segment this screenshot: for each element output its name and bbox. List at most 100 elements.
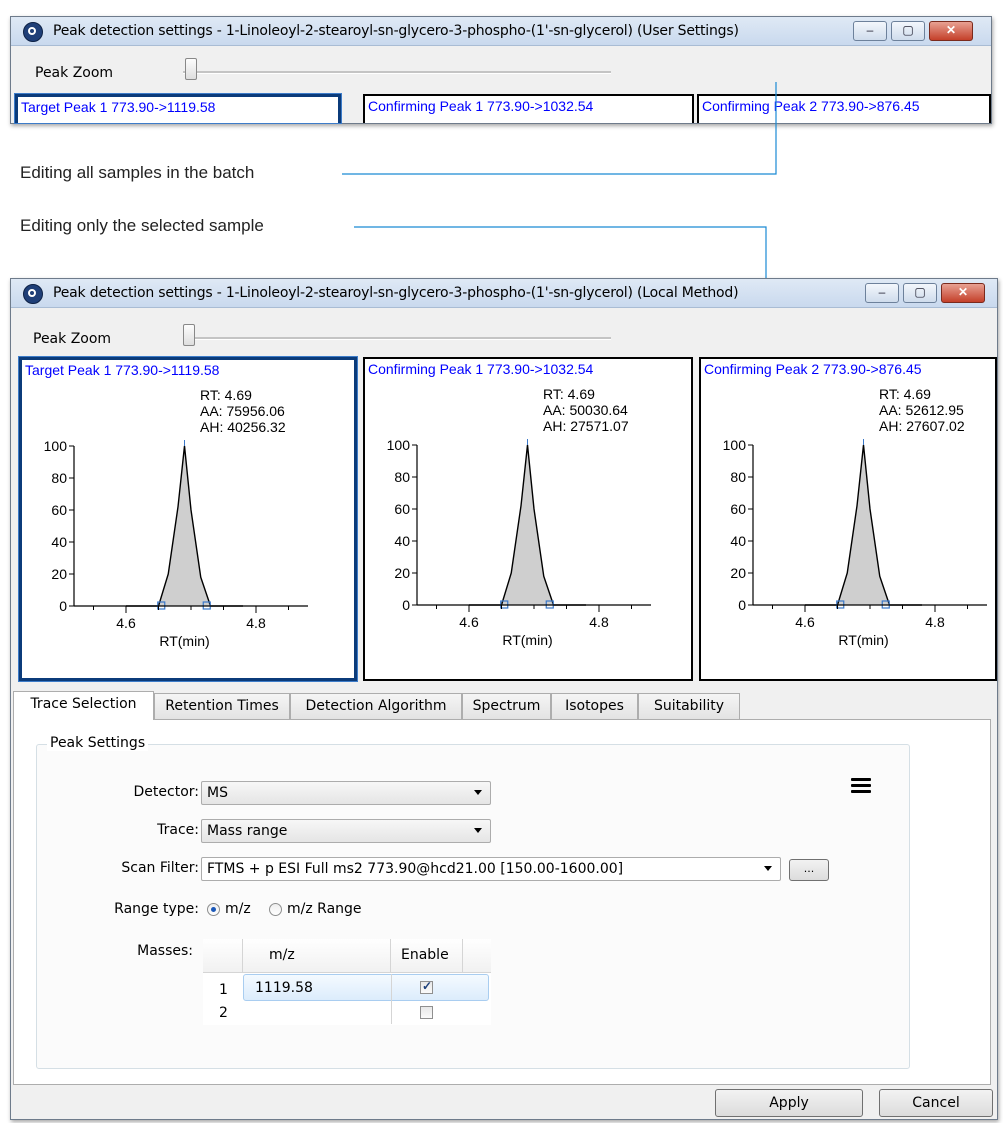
peak-settings-group: Peak Settings Detector: MS Trace: Mass r… xyxy=(36,735,910,1069)
peak-area xyxy=(805,445,922,605)
x-tick-label: 4.8 xyxy=(925,614,945,630)
maximize-button[interactable]: ▢ xyxy=(903,283,937,303)
leader-line-selected-sample xyxy=(354,226,767,278)
y-tick-label: 20 xyxy=(51,566,67,582)
peak-zoom-label: Peak Zoom xyxy=(33,331,112,347)
grid-row-index: 1 xyxy=(219,982,228,998)
chevron-down-icon xyxy=(474,790,482,795)
peak-ah-label: AH: 27607.02 xyxy=(879,418,965,434)
detector-label: Detector: xyxy=(133,784,199,800)
grid-column-divider xyxy=(391,974,392,1024)
detector-value: MS xyxy=(207,785,228,801)
range-mz-label[interactable]: m/z xyxy=(225,901,251,917)
y-tick-label: 100 xyxy=(387,437,411,453)
masses-label: Masses: xyxy=(137,943,193,959)
y-tick-label: 20 xyxy=(394,565,410,581)
peak-area xyxy=(126,446,243,606)
peak-chart: RT: 4.69AA: 52612.95AH: 27607.02 0 20 40 60 8… xyxy=(723,386,987,648)
y-tick-label: 40 xyxy=(51,534,67,550)
masses-grid: m/z Enable 1 1119.58 2 xyxy=(203,939,491,1025)
mz-cell[interactable]: 1119.58 xyxy=(255,980,313,996)
y-tick-label: 60 xyxy=(51,502,67,518)
grid-header-mz[interactable]: m/z xyxy=(243,939,391,973)
grid-header-index xyxy=(203,939,243,973)
y-tick-label: 80 xyxy=(51,470,67,486)
y-tick-label: 40 xyxy=(394,533,410,549)
chevron-down-icon xyxy=(764,866,772,871)
x-axis-label: RT(min) xyxy=(159,633,209,649)
scan-filter-select[interactable]: FTMS + p ESI Full ms2 773.90@hcd21.00 [1… xyxy=(201,857,781,881)
close-button[interactable]: ✕ xyxy=(941,283,985,303)
y-tick-label: 80 xyxy=(394,469,410,485)
tab-retention-times[interactable]: Retention Times xyxy=(154,693,290,719)
y-tick-label: 80 xyxy=(730,469,746,485)
x-tick-label: 4.8 xyxy=(246,615,266,631)
y-tick-label: 100 xyxy=(723,437,747,453)
trace-value: Mass range xyxy=(207,823,288,839)
tab-suitability[interactable]: Suitability xyxy=(638,693,740,719)
confirming-peak-2-panel[interactable]: Confirming Peak 2 773.90->876.45 RT: 4.6… xyxy=(699,357,997,681)
range-mz-range-label[interactable]: m/z Range xyxy=(287,901,362,917)
peak-ah-label: AH: 27571.07 xyxy=(543,418,629,434)
peak-aa-label: AA: 50030.64 xyxy=(543,402,628,418)
y-tick-label: 20 xyxy=(730,565,746,581)
tab-isotopes[interactable]: Isotopes xyxy=(551,693,638,719)
peak-area xyxy=(469,445,586,605)
peak-rt-label: RT: 4.69 xyxy=(543,386,595,402)
peak-zoom-thumb[interactable] xyxy=(183,324,195,346)
main-window: Peak detection settings - 1-Linoleoyl-2-… xyxy=(10,278,998,1120)
tab-spectrum[interactable]: Spectrum xyxy=(462,693,551,719)
x-tick-label: 4.6 xyxy=(459,614,479,630)
range-mz-range-radio[interactable] xyxy=(269,903,282,916)
scan-filter-value: FTMS + p ESI Full ms2 773.90@hcd21.00 [1… xyxy=(207,861,624,877)
trace-select[interactable]: Mass range xyxy=(201,819,491,843)
x-tick-label: 4.6 xyxy=(795,614,815,630)
cancel-button[interactable]: Cancel xyxy=(879,1089,993,1117)
window-title: Peak detection settings - 1-Linoleoyl-2-… xyxy=(53,285,739,301)
scan-filter-browse-button[interactable]: ... xyxy=(789,859,829,881)
tab-detection-algorithm[interactable]: Detection Algorithm xyxy=(290,693,462,719)
peak-rt-label: RT: 4.69 xyxy=(879,386,931,402)
y-tick-label: 0 xyxy=(738,597,746,613)
peak-aa-label: AA: 52612.95 xyxy=(879,402,964,418)
trace-selection-panel: Peak Settings Detector: MS Trace: Mass r… xyxy=(13,719,991,1085)
callout-leader-lines xyxy=(342,82,777,278)
scan-filter-label: Scan Filter: xyxy=(121,860,199,876)
x-tick-label: 4.6 xyxy=(116,615,136,631)
detector-select[interactable]: MS xyxy=(201,781,491,805)
trace-label: Trace: xyxy=(157,822,199,838)
peak-rt-label: RT: 4.69 xyxy=(200,387,252,403)
y-tick-label: 40 xyxy=(730,533,746,549)
chevron-down-icon xyxy=(474,828,482,833)
range-mz-radio[interactable] xyxy=(207,903,220,916)
peak-ah-label: AH: 40256.32 xyxy=(200,419,286,435)
y-tick-label: 0 xyxy=(402,597,410,613)
grid-row-index: 2 xyxy=(219,1005,228,1021)
peak-zoom-track[interactable] xyxy=(183,337,611,340)
minimize-icon: ‒ xyxy=(878,285,886,299)
grid-header-enable[interactable]: Enable xyxy=(391,939,463,973)
target-peak-panel[interactable]: Target Peak 1 773.90->1119.58 RT: 4.69 AA… xyxy=(18,356,358,682)
tab-trace-selection[interactable]: Trace Selection xyxy=(13,691,154,720)
peak-aa-label: AA: 75956.06 xyxy=(200,403,285,419)
y-tick-label: 100 xyxy=(44,438,68,454)
confirming-peak-1-panel[interactable]: Confirming Peak 1 773.90->1032.54 RT: 4.… xyxy=(363,357,693,681)
close-icon: ✕ xyxy=(957,285,969,299)
apply-button[interactable]: Apply xyxy=(715,1089,863,1117)
leader-line-all-samples xyxy=(342,82,777,175)
app-logo-icon xyxy=(23,284,43,304)
y-tick-label: 0 xyxy=(59,598,67,614)
enable-checkbox[interactable] xyxy=(420,979,433,994)
enable-checkbox[interactable] xyxy=(420,1006,433,1019)
range-type-label: Range type: xyxy=(114,901,199,917)
minimize-button[interactable]: ‒ xyxy=(865,283,899,303)
y-tick-label: 60 xyxy=(394,501,410,517)
x-axis-label: RT(min) xyxy=(838,632,888,648)
y-tick-label: 60 xyxy=(730,501,746,517)
x-axis-label: RT(min) xyxy=(502,632,552,648)
peak-settings-label: Peak Settings xyxy=(47,735,149,751)
maximize-icon: ▢ xyxy=(914,285,926,299)
title-bar[interactable]: Peak detection settings - 1-Linoleoyl-2-… xyxy=(11,279,997,308)
peak-chart: RT: 4.69AA: 50030.64AH: 27571.07 0 20 40 60 8… xyxy=(387,386,651,648)
menu-icon[interactable] xyxy=(851,778,871,794)
